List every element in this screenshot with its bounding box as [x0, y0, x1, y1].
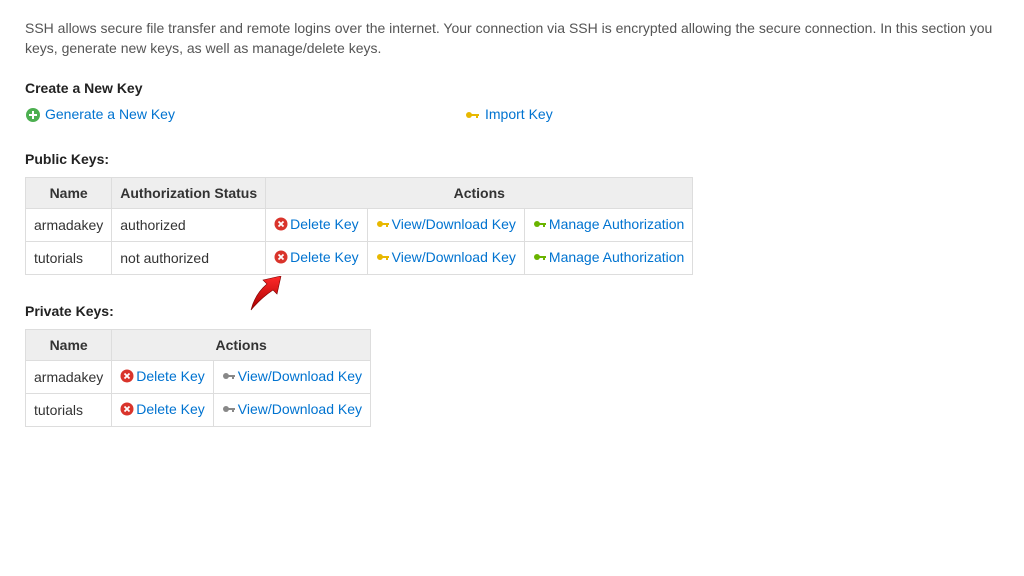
col-actions: Actions	[112, 330, 371, 361]
view-download-key-link[interactable]: View/Download Key	[376, 249, 516, 265]
manage-authorization-link[interactable]: Manage Authorization	[533, 216, 684, 232]
key-download-icon	[376, 217, 390, 231]
key-view-icon	[222, 402, 236, 416]
col-actions: Actions	[266, 178, 693, 209]
cell-name: armadakey	[26, 209, 112, 242]
cell-status: not authorized	[112, 242, 266, 275]
delete-key-link[interactable]: Delete Key	[120, 368, 204, 384]
cell-name: tutorials	[26, 394, 112, 427]
public-keys-table: Name Authorization Status Actions armada…	[25, 177, 693, 275]
private-keys-table: Name Actions armadakey Delete Key	[25, 329, 371, 427]
cell-name: armadakey	[26, 361, 112, 394]
manage-authorization-link[interactable]: Manage Authorization	[533, 249, 684, 265]
table-row: tutorials not authorized Delete Key	[26, 242, 693, 275]
key-view-icon	[222, 369, 236, 383]
delete-key-link[interactable]: Delete Key	[274, 249, 358, 265]
key-auth-icon	[533, 217, 547, 231]
delete-icon	[120, 402, 134, 416]
col-name: Name	[26, 330, 112, 361]
import-key-label: Import Key	[485, 106, 553, 122]
table-row: armadakey Delete Key View/Download K	[26, 361, 371, 394]
col-auth-status: Authorization Status	[112, 178, 266, 209]
delete-icon	[274, 250, 288, 264]
view-download-key-link[interactable]: View/Download Key	[222, 368, 362, 384]
private-keys-heading: Private Keys:	[25, 303, 1024, 319]
col-name: Name	[26, 178, 112, 209]
cell-name: tutorials	[26, 242, 112, 275]
delete-key-link[interactable]: Delete Key	[120, 401, 204, 417]
delete-icon	[274, 217, 288, 231]
public-keys-heading: Public Keys:	[25, 151, 1024, 167]
generate-new-key-link[interactable]: Generate a New Key	[25, 106, 175, 122]
view-download-key-link[interactable]: View/Download Key	[222, 401, 362, 417]
cell-status: authorized	[112, 209, 266, 242]
plus-icon	[25, 107, 41, 123]
delete-icon	[120, 369, 134, 383]
table-row: tutorials Delete Key View/Download K	[26, 394, 371, 427]
key-auth-icon	[533, 250, 547, 264]
import-key-link[interactable]: Import Key	[465, 106, 553, 122]
delete-key-link[interactable]: Delete Key	[274, 216, 358, 232]
key-download-icon	[376, 250, 390, 264]
view-download-key-link[interactable]: View/Download Key	[376, 216, 516, 232]
key-import-icon	[465, 107, 481, 123]
generate-new-key-label: Generate a New Key	[45, 106, 175, 122]
intro-text: SSH allows secure file transfer and remo…	[25, 14, 1024, 58]
table-row: armadakey authorized Delete Key	[26, 209, 693, 242]
create-key-heading: Create a New Key	[25, 80, 1024, 96]
